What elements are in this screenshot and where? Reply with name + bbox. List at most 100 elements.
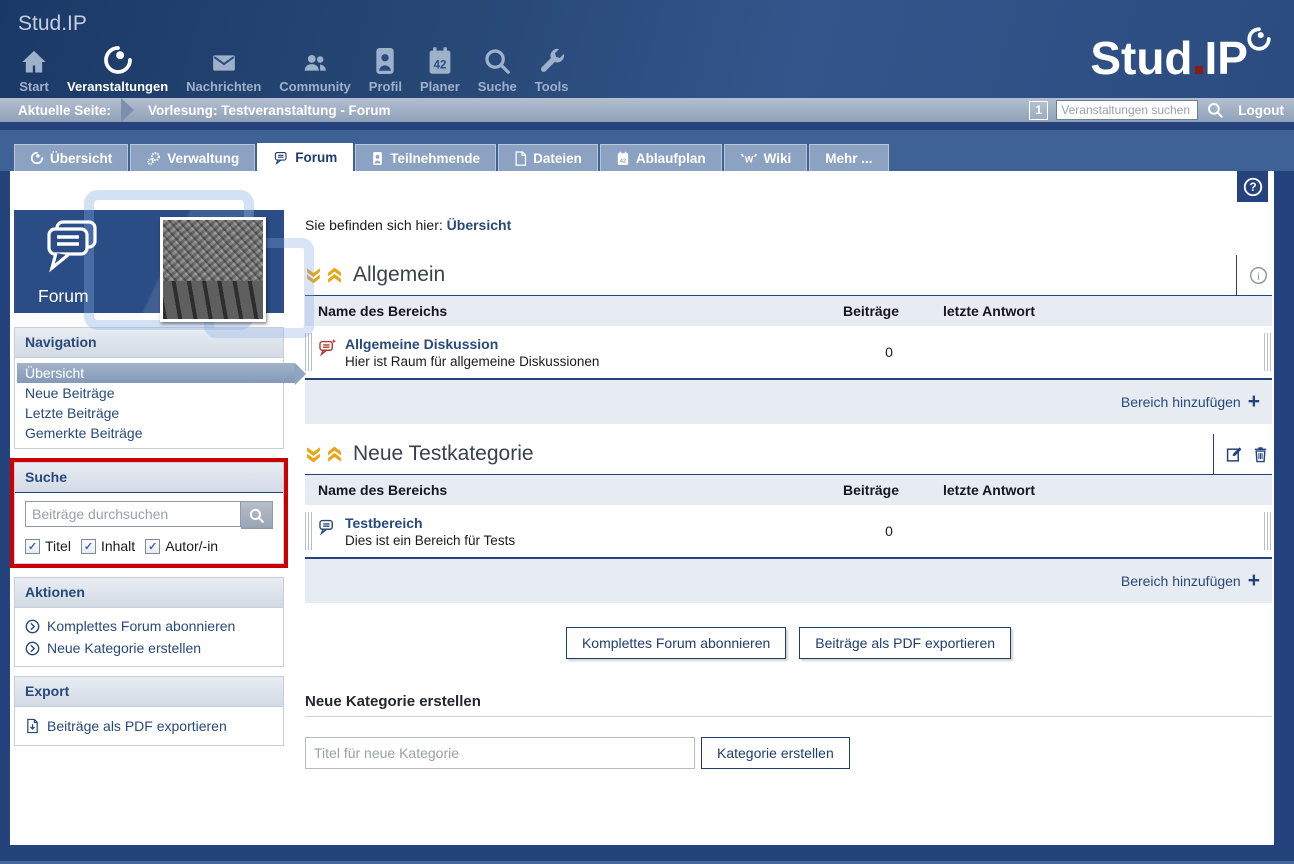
- studip-logo: Stud IP: [1090, 26, 1272, 78]
- tab-verwaltung[interactable]: Verwaltung: [130, 144, 255, 171]
- course-tabbar: Übersicht Verwaltung Forum Teilnehmende …: [0, 130, 1294, 171]
- add-area-link[interactable]: Bereich hinzufügen +: [1121, 572, 1260, 590]
- breadcrumb-arrow-icon: [121, 98, 134, 122]
- filter-inhalt[interactable]: ✓ Inhalt: [81, 538, 135, 554]
- table-row: Testbereich Dies ist ein Bereich für Tes…: [305, 505, 1272, 559]
- delete-category-icon[interactable]: [1253, 446, 1268, 463]
- table-header: Name des Bereichs Beiträge letzte Antwor…: [305, 296, 1272, 326]
- drag-handle[interactable]: [1264, 333, 1271, 371]
- svg-text:42: 42: [620, 158, 626, 164]
- profile-icon: [372, 42, 398, 76]
- page-footer: [0, 845, 1294, 864]
- breadcrumb-label: Aktuelle Seite:: [0, 103, 121, 118]
- help-button[interactable]: ?: [1237, 171, 1268, 202]
- posts-count: 0: [843, 523, 935, 539]
- nav-item-planer[interactable]: 42 Planer: [411, 42, 469, 94]
- files-icon: [514, 151, 527, 166]
- nav-item-start[interactable]: Start: [10, 42, 58, 94]
- admin-gears-icon: [146, 151, 161, 166]
- info-icon[interactable]: i: [1249, 266, 1268, 285]
- action-new-category[interactable]: Neue Kategorie erstellen: [15, 637, 283, 659]
- expand-category-icon[interactable]: [326, 267, 343, 284]
- collapse-category-icon[interactable]: [305, 446, 322, 463]
- tab-mehr[interactable]: Mehr ...: [809, 144, 888, 171]
- forum-area-link[interactable]: Testbereich: [345, 515, 515, 531]
- forum-area-new-icon: [318, 338, 337, 357]
- forum-area-link[interactable]: Allgemeine Diskussion: [345, 336, 599, 352]
- table-footer: Bereich hinzufügen +: [305, 559, 1272, 603]
- wiki-icon: W: [740, 152, 758, 165]
- action-export-pdf[interactable]: Beiträge als PDF exportieren: [15, 715, 283, 737]
- new-category-heading: Neue Kategorie erstellen: [305, 693, 1272, 717]
- arrow-circle-icon: [25, 619, 40, 634]
- course-search-input[interactable]: [1056, 100, 1198, 120]
- export-widget-title: Export: [15, 677, 283, 707]
- tour-highlight-frame: Suche ✓ Titel ✓ Inhalt: [10, 458, 288, 568]
- filter-titel[interactable]: ✓ Titel: [25, 538, 71, 554]
- category-allgemein: Allgemein i Name des Bereichs Beiträge l…: [305, 255, 1272, 424]
- forum-area-icon: [318, 517, 337, 536]
- actions-widget-title: Aktionen: [15, 578, 283, 608]
- sidebar-item-neue-beitraege[interactable]: Neue Beiträge: [15, 383, 283, 403]
- category-title: Neue Testkategorie: [353, 442, 534, 466]
- export-pdf-button[interactable]: Beiträge als PDF exportieren: [799, 627, 1011, 659]
- home-icon: [19, 42, 49, 76]
- forum-search-input[interactable]: [25, 501, 241, 527]
- nav-item-tools[interactable]: Tools: [526, 42, 578, 94]
- checkbox-inhalt[interactable]: ✓: [81, 539, 96, 554]
- nav-item-profil[interactable]: Profil: [360, 42, 411, 94]
- edit-category-icon[interactable]: [1226, 446, 1243, 463]
- header-divider: [0, 122, 1294, 130]
- filter-autor[interactable]: ✓ Autor/-in: [145, 538, 218, 554]
- sidebar-item-letzte-beitraege[interactable]: Letzte Beiträge: [15, 403, 283, 423]
- sidebar-context-title: Forum: [38, 286, 89, 307]
- pdf-export-icon: [25, 718, 40, 734]
- navigation-widget: Navigation Übersicht Neue Beiträge Letzt…: [14, 327, 284, 449]
- community-icon: [300, 42, 330, 76]
- svg-text:42: 42: [433, 60, 446, 72]
- tab-forum[interactable]: Forum: [257, 143, 353, 171]
- forum-search-button[interactable]: [241, 501, 273, 529]
- sidebar-banner: Forum: [14, 210, 284, 313]
- sidebar-item-uebersicht[interactable]: Übersicht: [17, 363, 295, 383]
- participants-icon: [371, 151, 384, 166]
- tab-dateien[interactable]: Dateien: [498, 144, 598, 171]
- tab-ablaufplan[interactable]: 42 Ablaufplan: [600, 144, 722, 171]
- schedule-icon: 42: [616, 151, 630, 166]
- sidebar-item-gemerkte-beitraege[interactable]: Gemerkte Beiträge: [15, 423, 283, 443]
- seminar-icon: [102, 42, 134, 76]
- nav-item-community[interactable]: Community: [270, 42, 360, 94]
- drag-handle[interactable]: [1264, 512, 1271, 550]
- plus-icon: +: [1248, 572, 1260, 590]
- quicksearch-counter[interactable]: 1: [1029, 101, 1048, 120]
- add-area-link[interactable]: Bereich hinzufügen +: [1121, 393, 1260, 411]
- course-photo-crowd: [163, 220, 263, 281]
- search-widget: Suche ✓ Titel ✓ Inhalt: [14, 462, 284, 564]
- sidebar: Forum Navigation Übersicht Neue Beiträge…: [14, 210, 284, 746]
- tab-teilnehmende[interactable]: Teilnehmende: [355, 144, 496, 171]
- export-widget: Export Beiträge als PDF exportieren: [14, 676, 284, 746]
- create-category-button[interactable]: Kategorie erstellen: [701, 737, 850, 769]
- course-search-icon[interactable]: [1206, 101, 1224, 119]
- overview-icon: [30, 151, 44, 165]
- location-line: Sie befinden sich hier: Übersicht: [305, 217, 1272, 233]
- action-subscribe-forum[interactable]: Komplettes Forum abonnieren: [15, 615, 283, 637]
- nav-item-veranstaltungen[interactable]: Veranstaltungen: [58, 42, 177, 94]
- course-photo: [160, 217, 266, 322]
- nav-item-nachrichten[interactable]: Nachrichten: [177, 42, 270, 94]
- tab-wiki[interactable]: W Wiki: [724, 144, 808, 171]
- breadcrumb-bar: Aktuelle Seite: Vorlesung: Testveranstal…: [0, 98, 1294, 122]
- checkbox-titel[interactable]: ✓: [25, 539, 40, 554]
- drag-handle[interactable]: [305, 512, 312, 550]
- nav-item-suche[interactable]: Suche: [469, 42, 526, 94]
- subscribe-forum-button[interactable]: Komplettes Forum abonnieren: [566, 627, 786, 659]
- drag-handle[interactable]: [305, 333, 312, 371]
- logout-link[interactable]: Logout: [1238, 103, 1284, 118]
- location-current-link[interactable]: Übersicht: [447, 217, 512, 233]
- new-category-title-input[interactable]: [305, 737, 695, 769]
- table-row: Allgemeine Diskussion Hier ist Raum für …: [305, 326, 1272, 380]
- checkbox-autor[interactable]: ✓: [145, 539, 160, 554]
- mail-icon: [209, 42, 239, 76]
- expand-category-icon[interactable]: [326, 446, 343, 463]
- tab-uebersicht[interactable]: Übersicht: [14, 144, 128, 171]
